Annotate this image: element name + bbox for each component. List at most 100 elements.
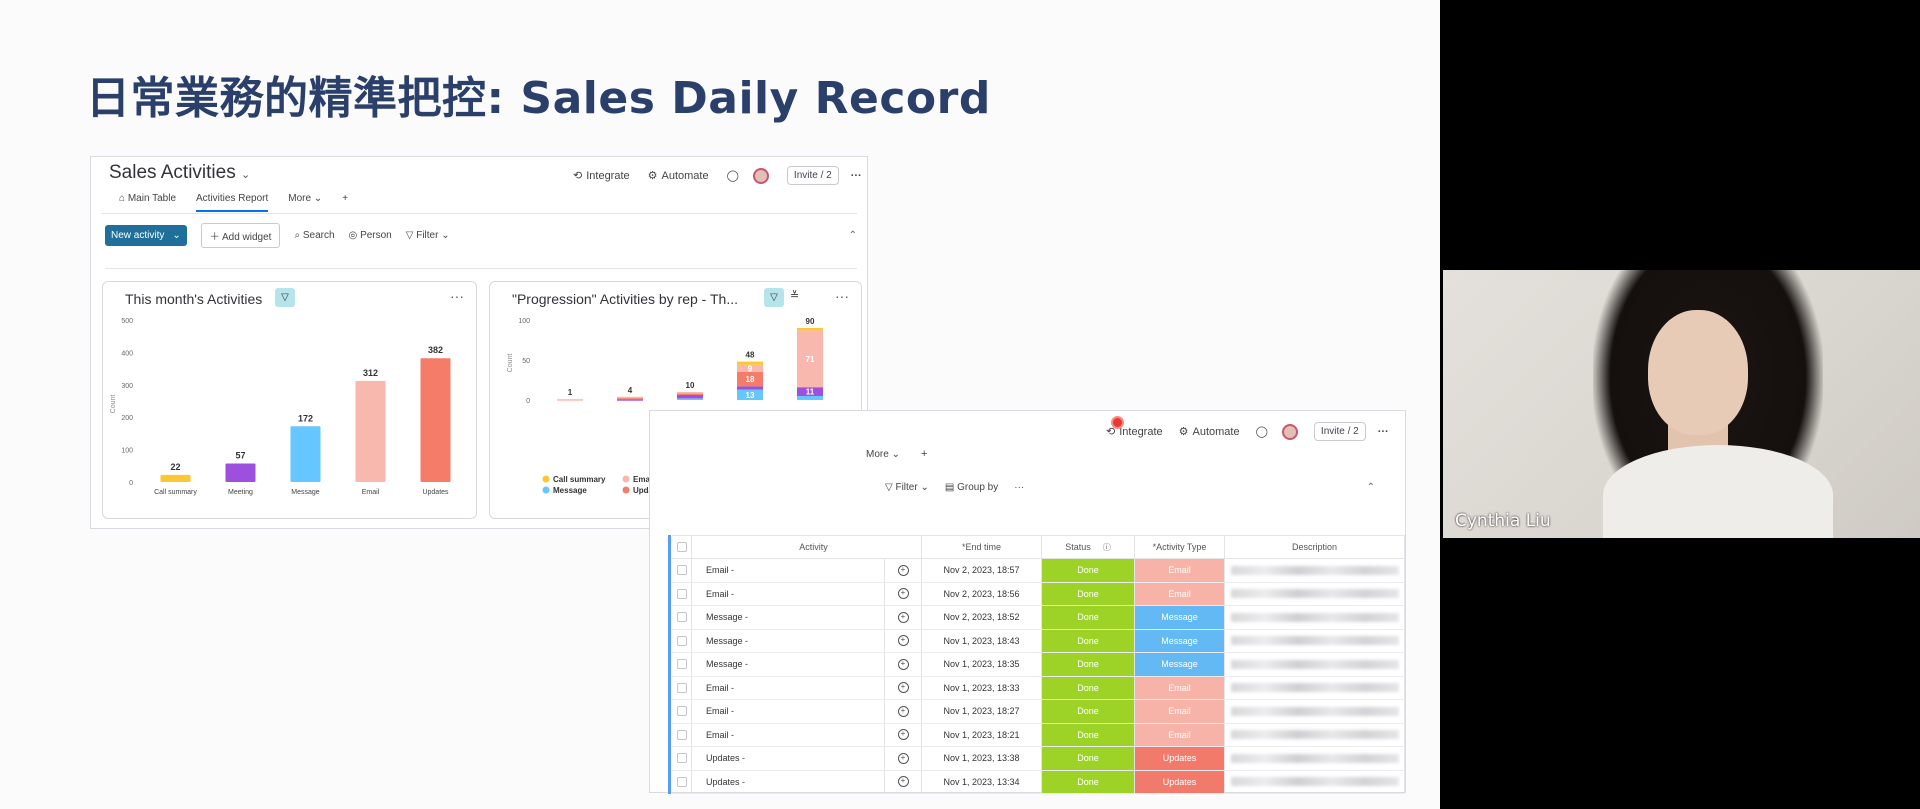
tab-activities-report[interactable]: Activities Report <box>196 193 269 212</box>
status-cell[interactable]: Done <box>1042 653 1135 676</box>
column-header-description[interactable]: Description <box>1225 536 1405 558</box>
description-cell[interactable] <box>1225 723 1405 746</box>
checkbox[interactable] <box>676 612 687 623</box>
activity-type-cell[interactable]: Email <box>1135 676 1225 699</box>
checkbox[interactable] <box>676 635 687 646</box>
tab-main-table[interactable]: ⌂ Main Table <box>119 193 176 212</box>
description-cell[interactable] <box>1225 653 1405 676</box>
status-cell[interactable]: Done <box>1042 676 1135 699</box>
invite-button[interactable]: Invite / 2 <box>1313 422 1366 441</box>
updates-button[interactable]: + <box>885 676 922 699</box>
checkbox[interactable] <box>676 682 687 693</box>
search-button[interactable]: ⌕ Search <box>294 230 334 241</box>
filter-button[interactable]: ▽ Filter ⌄ <box>885 482 929 493</box>
row-checkbox[interactable] <box>672 770 692 793</box>
more-icon[interactable]: ··· <box>450 288 464 304</box>
column-header-activity-type[interactable]: *Activity Type <box>1135 536 1225 558</box>
end-time-cell[interactable]: Nov 2, 2023, 18:56 <box>922 582 1042 605</box>
description-cell[interactable] <box>1225 559 1405 582</box>
chat-icon[interactable]: ◯ <box>1256 425 1268 438</box>
description-cell[interactable] <box>1225 676 1405 699</box>
table-row[interactable]: Email - + Nov 1, 2023, 18:27 Done Email <box>672 700 1405 724</box>
table-row[interactable]: Message - + Nov 1, 2023, 18:35 Done Message <box>672 653 1405 677</box>
table-row[interactable]: Message - + Nov 2, 2023, 18:52 Done Message <box>672 606 1405 630</box>
description-cell[interactable] <box>1225 747 1405 770</box>
row-checkbox[interactable] <box>672 606 692 629</box>
table-row[interactable]: Message - + Nov 1, 2023, 18:43 Done Message <box>672 629 1405 653</box>
avatar[interactable] <box>1281 423 1298 440</box>
more-icon[interactable]: ··· <box>851 170 862 182</box>
end-time-cell[interactable]: Nov 2, 2023, 18:52 <box>922 606 1042 629</box>
activity-type-cell[interactable]: Email <box>1135 700 1225 723</box>
updates-button[interactable]: + <box>885 700 922 723</box>
checkbox[interactable] <box>676 659 687 670</box>
row-checkbox[interactable] <box>672 676 692 699</box>
column-header-activity[interactable]: Activity <box>692 536 922 558</box>
status-cell[interactable]: Done <box>1042 582 1135 605</box>
updates-button[interactable]: + <box>885 653 922 676</box>
filter-icon[interactable]: ▽ <box>275 288 295 307</box>
activity-type-cell[interactable]: Email <box>1135 723 1225 746</box>
activity-cell[interactable]: Email - <box>692 700 885 723</box>
checkbox[interactable] <box>676 729 687 740</box>
row-checkbox[interactable] <box>672 582 692 605</box>
status-cell[interactable]: Done <box>1042 629 1135 652</box>
new-activity-button[interactable]: New activity ⌄ <box>105 225 187 246</box>
table-row[interactable]: Email - + Nov 1, 2023, 18:21 Done Email <box>672 723 1405 747</box>
status-cell[interactable]: Done <box>1042 770 1135 793</box>
select-all-checkbox[interactable] <box>672 536 692 558</box>
description-cell[interactable] <box>1225 606 1405 629</box>
status-cell[interactable]: Done <box>1042 723 1135 746</box>
end-time-cell[interactable]: Nov 1, 2023, 18:27 <box>922 700 1042 723</box>
tab-more[interactable]: More ⌄ <box>866 449 900 460</box>
end-time-cell[interactable]: Nov 2, 2023, 18:57 <box>922 559 1042 582</box>
checkbox[interactable] <box>676 588 687 599</box>
activity-cell[interactable]: Updates - <box>692 770 885 793</box>
add-tab-button[interactable]: + <box>921 448 927 460</box>
group-by-button[interactable]: ▤ Group by <box>945 482 998 493</box>
collapse-icon[interactable]: ⌃ <box>1367 482 1375 493</box>
row-checkbox[interactable] <box>672 653 692 676</box>
activity-cell[interactable]: Message - <box>692 629 885 652</box>
updates-button[interactable]: + <box>885 629 922 652</box>
end-time-cell[interactable]: Nov 1, 2023, 18:33 <box>922 676 1042 699</box>
status-cell[interactable]: Done <box>1042 700 1135 723</box>
row-checkbox[interactable] <box>672 723 692 746</box>
activity-type-cell[interactable]: Updates <box>1135 770 1225 793</box>
invite-button[interactable]: Invite / 2 <box>786 166 839 185</box>
activity-cell[interactable]: Message - <box>692 653 885 676</box>
checkbox[interactable] <box>676 776 687 787</box>
column-header-end-time[interactable]: *End time <box>922 536 1042 558</box>
checkbox[interactable] <box>676 542 687 552</box>
updates-button[interactable]: + <box>885 606 922 629</box>
description-cell[interactable] <box>1225 700 1405 723</box>
end-time-cell[interactable]: Nov 1, 2023, 13:34 <box>922 770 1042 793</box>
tab-more[interactable]: More ⌄ <box>288 193 322 212</box>
activity-type-cell[interactable]: Email <box>1135 582 1225 605</box>
automate-button[interactable]: ⚙ Automate <box>648 169 709 183</box>
row-checkbox[interactable] <box>672 700 692 723</box>
add-widget-button[interactable]: ＋ Add widget <box>200 223 281 248</box>
table-row[interactable]: Email - + Nov 2, 2023, 18:56 Done Email <box>672 582 1405 606</box>
row-checkbox[interactable] <box>672 559 692 582</box>
row-checkbox[interactable] <box>672 747 692 770</box>
activity-type-cell[interactable]: Message <box>1135 629 1225 652</box>
checkbox[interactable] <box>676 706 687 717</box>
activity-type-cell[interactable]: Email <box>1135 559 1225 582</box>
activity-cell[interactable]: Updates - <box>692 747 885 770</box>
avatar[interactable] <box>752 167 769 184</box>
double-chevron-icon[interactable]: ≚ <box>790 289 799 302</box>
updates-button[interactable]: + <box>885 582 922 605</box>
activity-type-cell[interactable]: Message <box>1135 653 1225 676</box>
end-time-cell[interactable]: Nov 1, 2023, 13:38 <box>922 747 1042 770</box>
filter-button[interactable]: ▽ Filter ⌄ <box>406 230 450 241</box>
status-cell[interactable]: Done <box>1042 559 1135 582</box>
checkbox[interactable] <box>676 565 687 576</box>
person-button[interactable]: ◎ Person <box>349 230 392 241</box>
status-cell[interactable]: Done <box>1042 747 1135 770</box>
updates-button[interactable]: + <box>885 770 922 793</box>
more-icon[interactable]: ··· <box>1378 426 1389 438</box>
end-time-cell[interactable]: Nov 1, 2023, 18:21 <box>922 723 1042 746</box>
status-cell[interactable]: Done <box>1042 606 1135 629</box>
activity-type-cell[interactable]: Updates <box>1135 747 1225 770</box>
